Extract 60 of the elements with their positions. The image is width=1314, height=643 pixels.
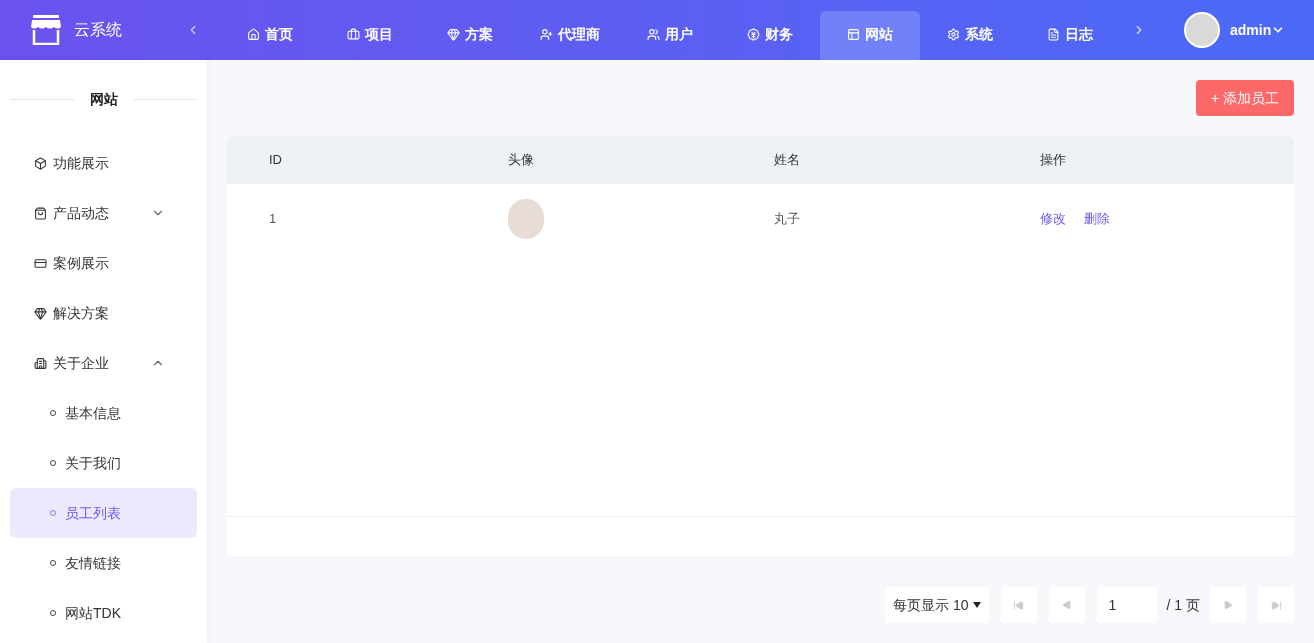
sidebar-item[interactable]: 产品动态	[10, 188, 197, 238]
add-employee-button[interactable]: + 添加员工	[1195, 80, 1294, 116]
caret-icon	[972, 602, 981, 608]
home-icon	[247, 28, 260, 41]
nav-tab[interactable]: 首页	[220, 11, 320, 60]
first-page-icon	[1013, 599, 1025, 611]
last-page-button[interactable]	[1258, 587, 1294, 623]
brand-name: 云系统	[74, 20, 122, 40]
nav-tab[interactable]: 代理商	[520, 11, 620, 60]
avatar-image	[508, 199, 544, 239]
settings-icon	[947, 28, 960, 41]
last-page-icon	[1270, 599, 1282, 611]
prev-page-icon	[1061, 600, 1072, 610]
cube-icon	[34, 156, 47, 170]
nav-tab[interactable]: 方案	[420, 11, 520, 60]
nav-tab[interactable]: 财务	[720, 11, 820, 60]
next-page-icon	[1223, 600, 1233, 610]
column-header: 姓名	[774, 152, 800, 168]
next-page-button[interactable]	[1210, 587, 1246, 623]
action-link[interactable]: 删除	[1084, 209, 1110, 229]
column-header: 操作	[1040, 152, 1066, 168]
yen-icon	[747, 28, 760, 41]
table-cell: 1	[269, 211, 277, 227]
diamond-icon	[447, 28, 460, 41]
user-menu[interactable]: admin	[1230, 19, 1286, 41]
nav-tab[interactable]: 网站	[820, 11, 920, 60]
users-icon	[647, 28, 660, 41]
sidebar-subitem[interactable]: 友情链接	[10, 538, 197, 588]
sidebar-subitem[interactable]: 关于我们	[10, 438, 197, 488]
column-header: ID	[269, 152, 282, 168]
sidebar-subitem[interactable]: 员工列表	[10, 488, 197, 538]
first-page-button[interactable]	[1000, 587, 1037, 623]
user-icon	[540, 28, 553, 41]
sidebar-item[interactable]: 解决方案	[10, 288, 197, 338]
avatar[interactable]	[1184, 12, 1220, 48]
card-icon	[34, 256, 47, 270]
sidebar-title: 网站	[89, 89, 118, 109]
briefcase-icon	[347, 28, 360, 41]
nav-tab[interactable]: 日志	[1020, 11, 1120, 60]
table-cell: 丸子	[774, 211, 800, 227]
sidebar-item[interactable]: 案例展示	[10, 238, 197, 288]
sidebar-item[interactable]: 功能展示	[10, 138, 197, 188]
sidebar-subitem[interactable]: 网站TDK	[10, 588, 197, 638]
layout-icon	[847, 28, 860, 41]
nav-tab[interactable]: 项目	[320, 11, 420, 60]
page-size-select[interactable]: 每页显示 10	[885, 587, 989, 623]
column-header: 头像	[508, 152, 534, 168]
sidebar-item[interactable]: 关于企业	[10, 338, 197, 388]
nav-tab[interactable]: 系统	[920, 11, 1020, 60]
sidebar-subitem[interactable]: 基本信息	[10, 388, 197, 438]
building-icon	[34, 356, 47, 370]
prev-page-button[interactable]	[1048, 587, 1085, 623]
page-total: / 1 页	[1166, 595, 1200, 615]
bag-icon	[34, 206, 47, 220]
action-link[interactable]: 修改	[1040, 209, 1066, 229]
diamond-icon	[34, 306, 47, 320]
nav-tab[interactable]: 用户	[620, 11, 720, 60]
shop-logo-icon	[30, 15, 62, 45]
document-icon	[1047, 28, 1060, 41]
page-input[interactable]: 1	[1096, 587, 1157, 623]
